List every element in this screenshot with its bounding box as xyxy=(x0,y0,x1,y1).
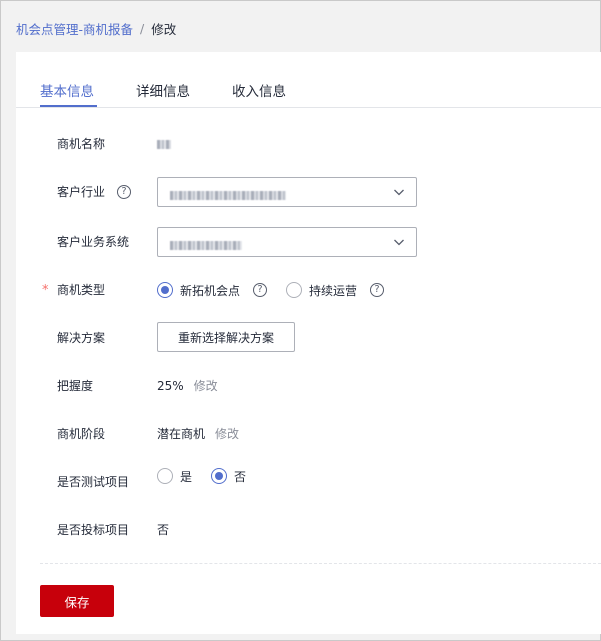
breadcrumb: 机会点管理-商机报备 / 修改 xyxy=(16,19,176,37)
continuous-operation-help-icon[interactable]: ? xyxy=(370,283,385,297)
is-bid-label: 是否投标项目 xyxy=(57,523,130,537)
confidence-value: 25% xyxy=(157,379,184,393)
row-business-system: 客户业务系统 xyxy=(16,226,601,258)
required-mark: * xyxy=(42,283,49,298)
business-system-select-value xyxy=(170,238,242,252)
breadcrumb-current: 修改 xyxy=(151,21,177,37)
stage-value: 潜在商机 xyxy=(157,427,206,441)
industry-select-value xyxy=(170,188,286,202)
row-opportunity-name: 商机名称 xyxy=(16,128,601,160)
opportunity-type-label: 商机类型 xyxy=(57,283,106,297)
opportunity-name-label: 商机名称 xyxy=(57,137,106,151)
stage-edit-link[interactable]: 修改 xyxy=(215,427,239,441)
stage-value-wrap: 潜在商机 修改 xyxy=(157,418,239,450)
radio-is-test-yes-label[interactable]: 是 xyxy=(180,468,192,485)
breadcrumb-parent-link[interactable]: 机会点管理-商机报备 xyxy=(16,19,133,38)
tab-basic-info[interactable]: 基本信息 xyxy=(40,80,94,100)
form-divider xyxy=(40,563,601,564)
row-opportunity-type: * 商机类型 新拓机会点 ? 持续运营 ? xyxy=(16,274,601,306)
radio-new-opportunity[interactable] xyxy=(157,282,173,298)
opportunity-type-radio-group: 新拓机会点 ? 持续运营 ? xyxy=(157,274,385,306)
tab-revenue-info[interactable]: 收入信息 xyxy=(232,80,286,100)
redacted-text xyxy=(170,191,286,200)
row-is-bid: 是否投标项目 否 xyxy=(16,514,601,546)
business-system-label: 客户业务系统 xyxy=(57,235,130,249)
industry-help-icon[interactable]: ? xyxy=(117,185,131,199)
business-system-select[interactable] xyxy=(157,227,417,257)
radio-is-test-no-label[interactable]: 否 xyxy=(234,468,246,485)
is-test-label: 是否测试项目 xyxy=(57,475,130,489)
confidence-label: 把握度 xyxy=(57,379,94,393)
row-stage: 商机阶段 潜在商机 修改 xyxy=(16,418,601,450)
solution-label: 解决方案 xyxy=(57,331,106,345)
tab-detail-info[interactable]: 详细信息 xyxy=(136,80,190,100)
radio-continuous-operation[interactable] xyxy=(286,282,303,298)
form-card: 基本信息 详细信息 收入信息 商机名称 客户行业 ? 客户业务系统 * 商机类型… xyxy=(16,52,601,634)
opportunity-name-value xyxy=(157,128,171,160)
confidence-edit-link[interactable]: 修改 xyxy=(194,379,218,393)
is-test-radio-group: 是 否 xyxy=(157,460,246,492)
radio-is-test-yes[interactable] xyxy=(157,468,173,484)
radio-new-opportunity-label[interactable]: 新拓机会点 xyxy=(180,282,240,299)
row-is-test: 是否测试项目 是 否 xyxy=(16,466,601,498)
save-button[interactable]: 保存 xyxy=(40,585,114,617)
tab-bar: 基本信息 详细信息 收入信息 xyxy=(16,52,601,108)
is-bid-value: 否 xyxy=(157,523,170,537)
industry-label: 客户行业 xyxy=(57,185,106,199)
breadcrumb-separator: / xyxy=(140,20,145,36)
redacted-text xyxy=(170,241,242,250)
stage-label: 商机阶段 xyxy=(57,427,106,441)
new-opportunity-help-icon[interactable]: ? xyxy=(253,283,268,297)
industry-select[interactable] xyxy=(157,177,417,207)
row-confidence: 把握度 25% 修改 xyxy=(16,370,601,402)
confidence-value-wrap: 25% 修改 xyxy=(157,370,218,402)
reselect-solution-button[interactable]: 重新选择解决方案 xyxy=(157,322,295,352)
redacted-text xyxy=(157,140,171,149)
row-industry: 客户行业 ? xyxy=(16,176,601,208)
radio-continuous-operation-label[interactable]: 持续运营 xyxy=(309,282,357,299)
active-tab-indicator xyxy=(40,105,97,107)
radio-is-test-no[interactable] xyxy=(211,468,228,484)
row-solution: 解决方案 重新选择解决方案 xyxy=(16,322,601,354)
chevron-down-icon xyxy=(394,239,404,246)
chevron-down-icon xyxy=(394,189,404,196)
